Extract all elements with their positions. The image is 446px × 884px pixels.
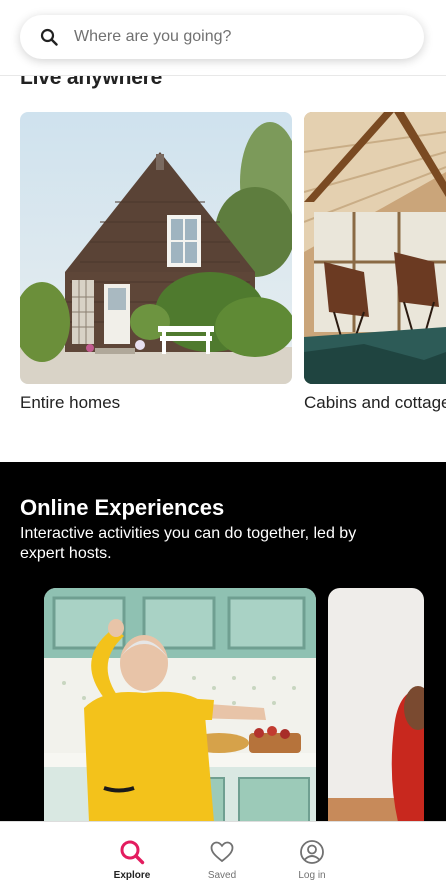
nav-saved[interactable]: Saved [187, 834, 257, 881]
search-header [0, 0, 446, 76]
user-circle-icon [299, 839, 325, 865]
bottom-nav: Explore Saved Log in [0, 821, 446, 884]
experience-card-cooking[interactable] [44, 588, 316, 822]
nav-explore[interactable]: Explore [97, 834, 167, 881]
nav-log-in[interactable]: Log in [277, 834, 347, 881]
nav-log-in-label: Log in [298, 870, 326, 881]
online-experiences-section: Online Experiences Interactive activitie… [0, 462, 446, 822]
card-label-cabins[interactable]: Cabins and cottages [304, 393, 446, 413]
experience-card-second[interactable] [328, 588, 424, 822]
card-label-entire-homes[interactable]: Entire homes [20, 393, 120, 413]
search-icon [40, 28, 58, 46]
nav-explore-label: Explore [113, 870, 151, 881]
heart-icon [209, 839, 235, 865]
section-title-online-experiences: Online Experiences [20, 495, 225, 520]
search-input[interactable] [72, 27, 376, 47]
cabins-card-image[interactable] [304, 112, 446, 384]
nav-saved-label: Saved [207, 870, 237, 881]
entire-homes-card-image[interactable] [20, 112, 292, 384]
search-bar[interactable] [20, 15, 424, 59]
search-icon [119, 839, 145, 865]
section-subtitle-online-experiences: Interactive activities you can do togeth… [20, 525, 357, 562]
